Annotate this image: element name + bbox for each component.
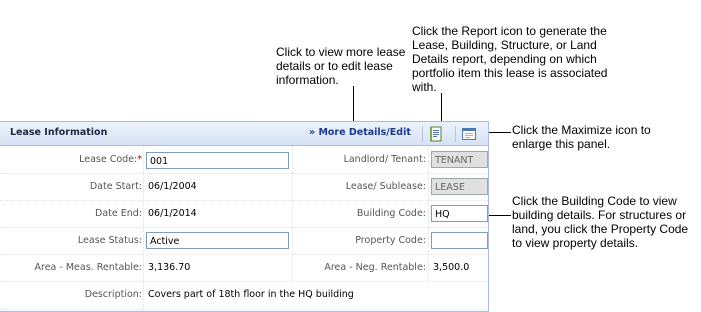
lease-code-label: Lease Code:* [79,154,142,165]
more-details-leader [353,86,354,126]
building-code-label: Building Code: [356,208,426,219]
landlord-tenant-label: Landlord/ Tenant: [343,154,426,165]
lease-status-input[interactable]: Active [146,232,289,249]
form-row: Date End: 06/1/2014 Building Code: HQ [0,200,488,228]
area-meas-rentable-label: Area - Meas. Rentable: [34,262,142,273]
report-callout: Click the Report icon to generate the Le… [412,24,608,94]
more-details-link[interactable]: » More Details/Edit [309,127,411,138]
panel-header: Lease Information » More Details/Edit [0,122,488,146]
form-row: Description: Covers part of 18th floor i… [0,281,488,310]
lease-status-label: Lease Status: [77,235,142,246]
area-neg-rentable-value: 3,500.0 [433,262,470,273]
date-end-label: Date End: [95,208,142,219]
maximize-icon[interactable] [461,126,477,142]
form-row: Lease Code:* 001 Landlord/ Tenant: TENAN… [0,146,488,174]
panel-title: Lease Information [10,127,108,138]
form-row: Date Start: 06/1/2004 Lease/ Sublease: L… [0,173,488,201]
landlord-tenant-field[interactable]: TENANT [431,151,488,168]
lease-code-input[interactable]: 001 [146,152,289,169]
lease-sublease-label: Lease/ Sublease: [345,181,426,192]
description-value: Covers part of 18th floor in the HQ buil… [148,289,354,300]
form-row: Lease Status: Active Property Code: [0,227,488,255]
maximize-callout: Click the Maximize icon to enlarge this … [512,123,651,151]
date-start-label: Date Start: [89,181,142,192]
more-details-callout: Click to view more lease details or to e… [276,45,406,87]
report-icon[interactable] [428,126,444,142]
toolbar-separator [422,126,423,142]
building-code-input[interactable]: HQ [431,205,488,222]
date-end-value: 06/1/2014 [148,208,197,219]
property-code-label: Property Code: [355,235,426,246]
lease-sublease-field[interactable]: LEASE [431,178,488,195]
area-meas-rentable-value: 3,136.70 [148,262,191,273]
lease-information-panel: Lease Information » More Details/Edit Le… [0,121,489,312]
form-row: Area - Meas. Rentable: 3,136.70 Area - N… [0,254,488,282]
area-neg-rentable-label: Area - Neg. Rentable: [324,262,426,273]
property-code-input[interactable] [431,232,488,249]
building-code-callout: Click the Building Code to view building… [512,194,689,250]
date-start-value: 06/1/2004 [148,181,197,192]
description-label: Description: [84,289,142,300]
toolbar-separator [455,126,456,142]
